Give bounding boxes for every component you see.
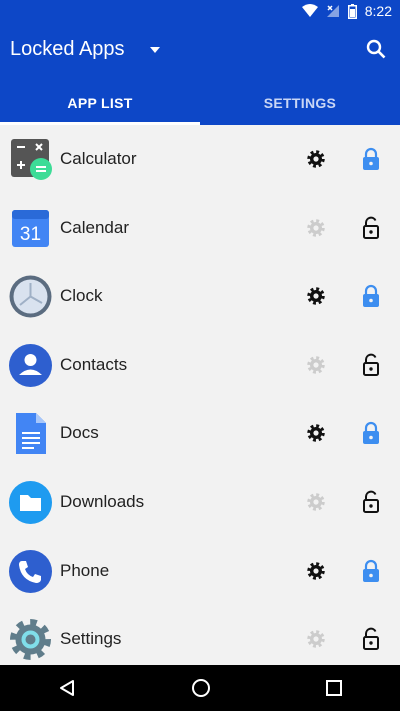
battery-icon	[347, 3, 357, 19]
tab-settings[interactable]: SETTINGS	[200, 80, 400, 125]
list-item[interactable]: Calculator	[0, 125, 400, 194]
settings-gear-icon[interactable]	[305, 491, 327, 513]
recents-icon[interactable]	[325, 679, 343, 697]
app-name: Downloads	[60, 491, 145, 511]
app-name: Settings	[60, 629, 122, 649]
lock-icon[interactable]	[360, 421, 382, 445]
tab-bar: APP LIST SETTINGS	[0, 80, 400, 125]
list-item[interactable]: Phone	[0, 537, 400, 606]
unlock-icon[interactable]	[360, 627, 382, 651]
phone-icon	[8, 549, 53, 594]
toolbar: Locked Apps	[0, 28, 400, 76]
search-icon[interactable]	[366, 39, 386, 64]
lock-icon[interactable]	[360, 147, 382, 171]
app-name: Contacts	[60, 354, 128, 374]
app-selector[interactable]: Locked Apps	[10, 38, 160, 61]
list-item[interactable]: Docs	[0, 399, 400, 468]
unlock-icon[interactable]	[360, 353, 382, 377]
list-item[interactable]: Clock	[0, 262, 400, 331]
back-icon[interactable]	[57, 678, 77, 698]
clock-icon	[8, 274, 53, 319]
status-bar: 8:22	[0, 0, 400, 24]
app-name: Phone	[60, 560, 110, 580]
unlock-icon[interactable]	[360, 490, 382, 514]
calendar-day-label: 31	[20, 224, 41, 245]
settings-app-icon	[8, 617, 53, 662]
calendar-icon: 31	[8, 206, 53, 251]
settings-gear-icon[interactable]	[305, 217, 327, 239]
app-name: Calendar	[60, 217, 129, 237]
settings-gear-icon[interactable]	[305, 560, 327, 582]
contacts-icon	[8, 343, 53, 388]
settings-gear-icon[interactable]	[305, 422, 327, 444]
unlock-icon[interactable]	[360, 216, 382, 240]
list-item[interactable]: 31 Calendar	[0, 194, 400, 263]
docs-icon	[8, 411, 53, 456]
wifi-icon	[301, 4, 318, 18]
list-item[interactable]: Contacts	[0, 331, 400, 400]
tab-app-list[interactable]: APP LIST	[0, 80, 200, 125]
status-time: 8:22	[364, 3, 392, 19]
toolbar-title: Locked Apps	[10, 38, 125, 60]
settings-gear-icon[interactable]	[305, 285, 327, 307]
dropdown-icon[interactable]	[149, 46, 160, 53]
settings-gear-icon[interactable]	[305, 628, 327, 650]
app-name: Clock	[60, 286, 103, 306]
app-name: Calculator	[60, 149, 137, 168]
list-item[interactable]: Settings	[0, 605, 400, 674]
signal-icon	[326, 4, 340, 18]
settings-gear-icon[interactable]	[305, 148, 327, 170]
calculator-icon	[8, 137, 53, 182]
settings-gear-icon[interactable]	[305, 354, 327, 376]
navigation-bar	[0, 665, 400, 711]
app-list: Calculator 31 Calendar Clock Contacts Do…	[0, 125, 400, 674]
home-icon[interactable]	[191, 678, 211, 698]
app-name: Docs	[60, 423, 99, 443]
downloads-icon	[8, 480, 53, 525]
lock-icon[interactable]	[360, 559, 382, 583]
list-item[interactable]: Downloads	[0, 468, 400, 537]
lock-icon[interactable]	[360, 284, 382, 308]
app-bar: 8:22 Locked Apps APP LIST SETTINGS	[0, 0, 400, 125]
